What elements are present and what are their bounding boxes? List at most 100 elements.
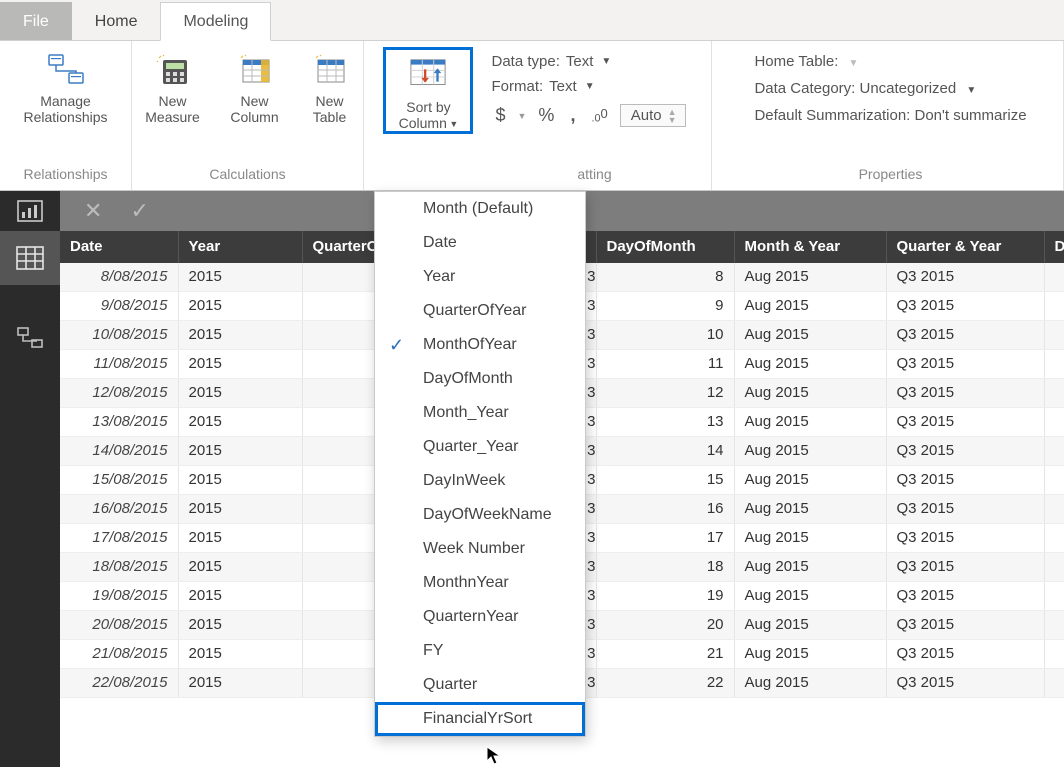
col-header-year[interactable]: Year xyxy=(178,231,302,263)
cell-monthyear[interactable]: Aug 2015 xyxy=(734,524,886,553)
cell-year[interactable]: 2015 xyxy=(178,669,302,698)
cell-date[interactable]: 17/08/2015 xyxy=(60,524,178,553)
cancel-formula-icon[interactable]: ✕ xyxy=(84,198,102,224)
cell-dayofmonth[interactable]: 14 xyxy=(596,437,734,466)
cell-date[interactable]: 8/08/2015 xyxy=(60,263,178,292)
cell-year[interactable]: 2015 xyxy=(178,437,302,466)
cell-quarteryear[interactable]: Q3 2015 xyxy=(886,408,1044,437)
cell-quarteryear[interactable]: Q3 2015 xyxy=(886,611,1044,640)
cell-cutoff[interactable] xyxy=(1044,321,1064,350)
cell-quarter[interactable] xyxy=(302,611,382,640)
cell-quarter[interactable] xyxy=(302,263,382,292)
sort-menu-item[interactable]: Year xyxy=(375,260,585,294)
decimal-auto-stepper[interactable]: Auto ▲▼ xyxy=(620,104,686,127)
cell-monthyear[interactable]: Aug 2015 xyxy=(734,495,886,524)
col-header-dayofmonth[interactable]: DayOfMonth xyxy=(596,231,734,263)
cell-quarteryear[interactable]: Q3 2015 xyxy=(886,495,1044,524)
cell-quarteryear[interactable]: Q3 2015 xyxy=(886,524,1044,553)
cell-quarteryear[interactable]: Q3 2015 xyxy=(886,582,1044,611)
cell-quarteryear[interactable]: Q3 2015 xyxy=(886,437,1044,466)
cell-monthyear[interactable]: Aug 2015 xyxy=(734,611,886,640)
sort-menu-item[interactable]: Week Number xyxy=(375,532,585,566)
cell-date[interactable]: 15/08/2015 xyxy=(60,466,178,495)
sort-menu-item[interactable]: MonthnYear xyxy=(375,566,585,600)
cell-dayofmonth[interactable]: 18 xyxy=(596,553,734,582)
data-type-dropdown[interactable]: Data type: Text ▼ xyxy=(491,53,685,70)
cell-year[interactable]: 2015 xyxy=(178,640,302,669)
cell-cutoff[interactable] xyxy=(1044,466,1064,495)
format-dropdown[interactable]: Format: Text ▼ xyxy=(491,78,685,95)
cell-quarteryear[interactable]: Q3 2015 xyxy=(886,640,1044,669)
cell-cutoff[interactable] xyxy=(1044,640,1064,669)
cell-date[interactable]: 22/08/2015 xyxy=(60,669,178,698)
cell-cutoff[interactable] xyxy=(1044,553,1064,582)
cell-quarteryear[interactable]: Q3 2015 xyxy=(886,379,1044,408)
cell-monthyear[interactable]: Aug 2015 xyxy=(734,292,886,321)
cell-cutoff[interactable] xyxy=(1044,408,1064,437)
cell-cutoff[interactable] xyxy=(1044,524,1064,553)
cell-quarter[interactable] xyxy=(302,350,382,379)
cell-monthyear[interactable]: Aug 2015 xyxy=(734,640,886,669)
cell-year[interactable]: 2015 xyxy=(178,466,302,495)
cell-cutoff[interactable] xyxy=(1044,379,1064,408)
tab-file[interactable]: File xyxy=(0,2,72,40)
cell-dayofmonth[interactable]: 20 xyxy=(596,611,734,640)
home-table-dropdown[interactable]: Home Table: ▼ xyxy=(754,53,1026,70)
cell-cutoff[interactable] xyxy=(1044,582,1064,611)
cell-monthyear[interactable]: Aug 2015 xyxy=(734,408,886,437)
sort-menu-item[interactable]: Quarter xyxy=(375,668,585,702)
cell-date[interactable]: 13/08/2015 xyxy=(60,408,178,437)
cell-date[interactable]: 21/08/2015 xyxy=(60,640,178,669)
cell-quarter[interactable] xyxy=(302,640,382,669)
cell-dayofmonth[interactable]: 16 xyxy=(596,495,734,524)
cell-dayofmonth[interactable]: 9 xyxy=(596,292,734,321)
cell-date[interactable]: 11/08/2015 xyxy=(60,350,178,379)
cell-quarteryear[interactable]: Q3 2015 xyxy=(886,350,1044,379)
sort-menu-item[interactable]: DayOfWeekName xyxy=(375,498,585,532)
cell-quarteryear[interactable]: Q3 2015 xyxy=(886,466,1044,495)
new-measure-button[interactable]: NewMeasure xyxy=(136,47,210,125)
col-header-date[interactable]: Date xyxy=(60,231,178,263)
cell-dayofmonth[interactable]: 21 xyxy=(596,640,734,669)
col-header-cutoff[interactable]: D xyxy=(1044,231,1064,263)
cell-monthyear[interactable]: Aug 2015 xyxy=(734,263,886,292)
sort-menu-item[interactable]: QuarternYear xyxy=(375,600,585,634)
tab-modeling[interactable]: Modeling xyxy=(160,2,271,41)
tab-home[interactable]: Home xyxy=(72,2,161,40)
cell-monthyear[interactable]: Aug 2015 xyxy=(734,321,886,350)
cell-monthyear[interactable]: Aug 2015 xyxy=(734,669,886,698)
cell-date[interactable]: 10/08/2015 xyxy=(60,321,178,350)
cell-cutoff[interactable] xyxy=(1044,611,1064,640)
sort-menu-item[interactable]: Date xyxy=(375,226,585,260)
cell-quarter[interactable] xyxy=(302,379,382,408)
col-header-quarteryear[interactable]: Quarter & Year xyxy=(886,231,1044,263)
cell-cutoff[interactable] xyxy=(1044,669,1064,698)
cell-year[interactable]: 2015 xyxy=(178,553,302,582)
sort-menu-item[interactable]: FY xyxy=(375,634,585,668)
cell-dayofmonth[interactable]: 22 xyxy=(596,669,734,698)
cell-cutoff[interactable] xyxy=(1044,437,1064,466)
sort-menu-item[interactable]: Quarter_Year xyxy=(375,430,585,464)
cell-cutoff[interactable] xyxy=(1044,292,1064,321)
report-view-icon[interactable] xyxy=(17,200,43,222)
cell-quarter[interactable] xyxy=(302,495,382,524)
cell-quarter[interactable] xyxy=(302,669,382,698)
cell-dayofmonth[interactable]: 13 xyxy=(596,408,734,437)
cell-quarter[interactable] xyxy=(302,553,382,582)
cell-year[interactable]: 2015 xyxy=(178,611,302,640)
cell-year[interactable]: 2015 xyxy=(178,321,302,350)
cell-dayofmonth[interactable]: 19 xyxy=(596,582,734,611)
currency-button[interactable]: $ xyxy=(491,103,509,128)
formula-input[interactable] xyxy=(180,191,1064,231)
cell-year[interactable]: 2015 xyxy=(178,379,302,408)
cell-year[interactable]: 2015 xyxy=(178,524,302,553)
data-category-dropdown[interactable]: Data Category: Uncategorized ▼ xyxy=(754,80,1026,97)
cell-year[interactable]: 2015 xyxy=(178,350,302,379)
cell-dayofmonth[interactable]: 17 xyxy=(596,524,734,553)
cell-quarteryear[interactable]: Q3 2015 xyxy=(886,321,1044,350)
cell-dayofmonth[interactable]: 10 xyxy=(596,321,734,350)
cell-quarteryear[interactable]: Q3 2015 xyxy=(886,553,1044,582)
percent-button[interactable]: % xyxy=(534,103,558,128)
sort-menu-item[interactable]: Month_Year xyxy=(375,396,585,430)
model-view-button[interactable] xyxy=(0,311,60,365)
